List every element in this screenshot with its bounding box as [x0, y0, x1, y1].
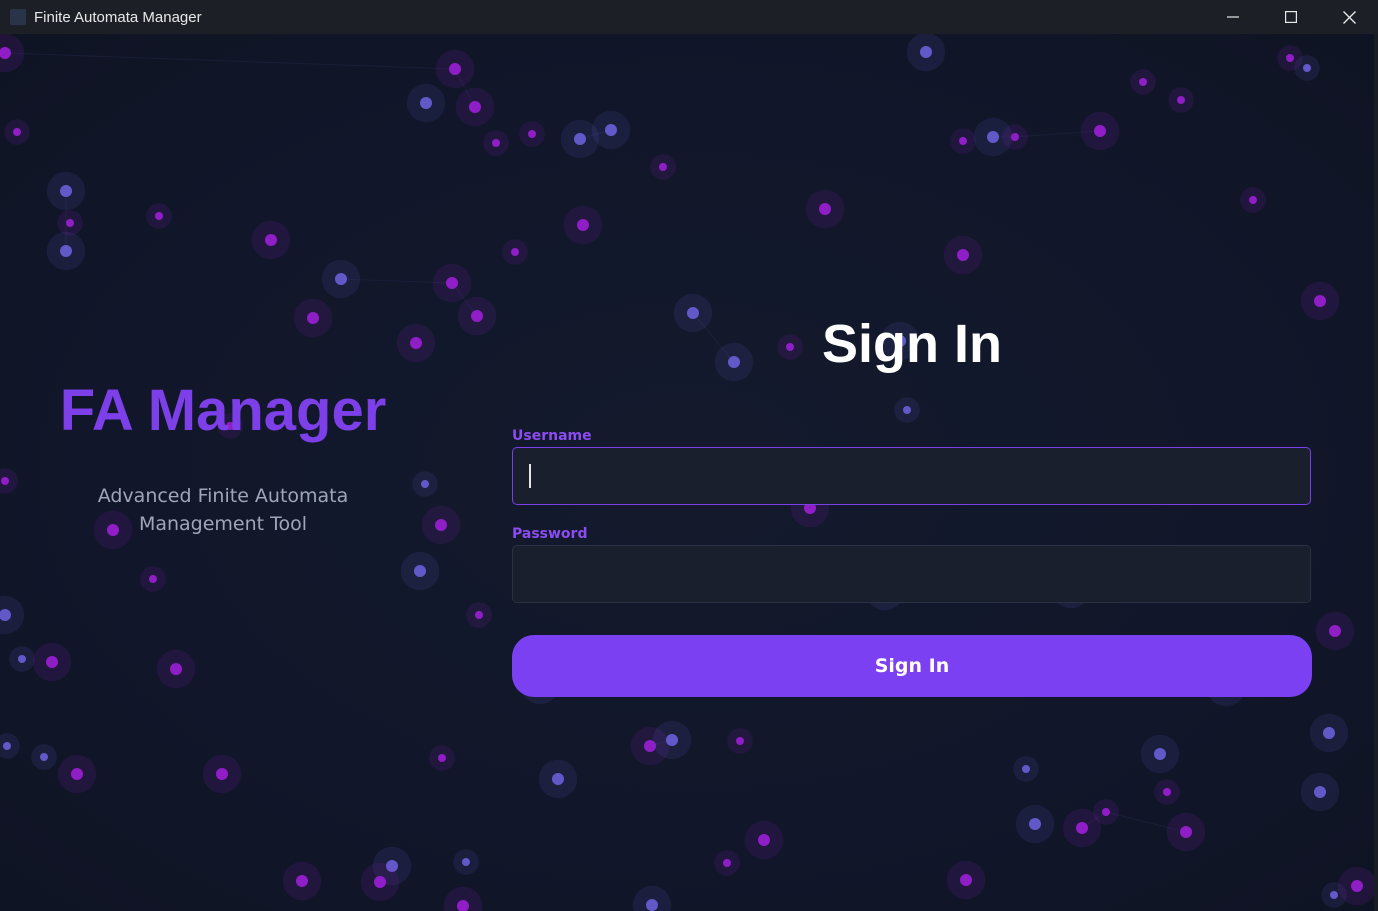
text-caret: [529, 464, 531, 488]
app-window: Finite Automata Manager FA Manager Advan…: [0, 0, 1378, 911]
maximize-icon: [1285, 11, 1297, 23]
form-heading: Sign In: [822, 314, 1002, 374]
username-field-wrapper: [512, 447, 1312, 505]
minimize-icon: [1227, 16, 1239, 18]
app-icon: [10, 9, 26, 25]
main-content: FA Manager Advanced Finite Automata Mana…: [0, 34, 1374, 911]
window-title: Finite Automata Manager: [34, 8, 202, 26]
sign-in-form: Sign In Username Password Sign In: [512, 309, 1312, 697]
title-bar[interactable]: Finite Automata Manager: [0, 0, 1378, 34]
close-button[interactable]: [1320, 0, 1378, 34]
brand-title: FA Manager: [59, 378, 387, 443]
password-input[interactable]: [512, 545, 1311, 603]
username-input[interactable]: [512, 447, 1311, 505]
username-label: Username: [512, 428, 592, 444]
close-icon: [1342, 10, 1356, 24]
maximize-button[interactable]: [1262, 0, 1320, 34]
sign-in-button[interactable]: Sign In: [512, 635, 1312, 697]
brand-panel: FA Manager Advanced Finite Automata Mana…: [0, 376, 446, 538]
password-label: Password: [512, 526, 588, 542]
window-controls: [1204, 0, 1378, 34]
window-border: [1374, 34, 1378, 911]
minimize-button[interactable]: [1204, 0, 1262, 34]
brand-subtitle: Advanced Finite Automata Management Tool: [97, 485, 349, 535]
